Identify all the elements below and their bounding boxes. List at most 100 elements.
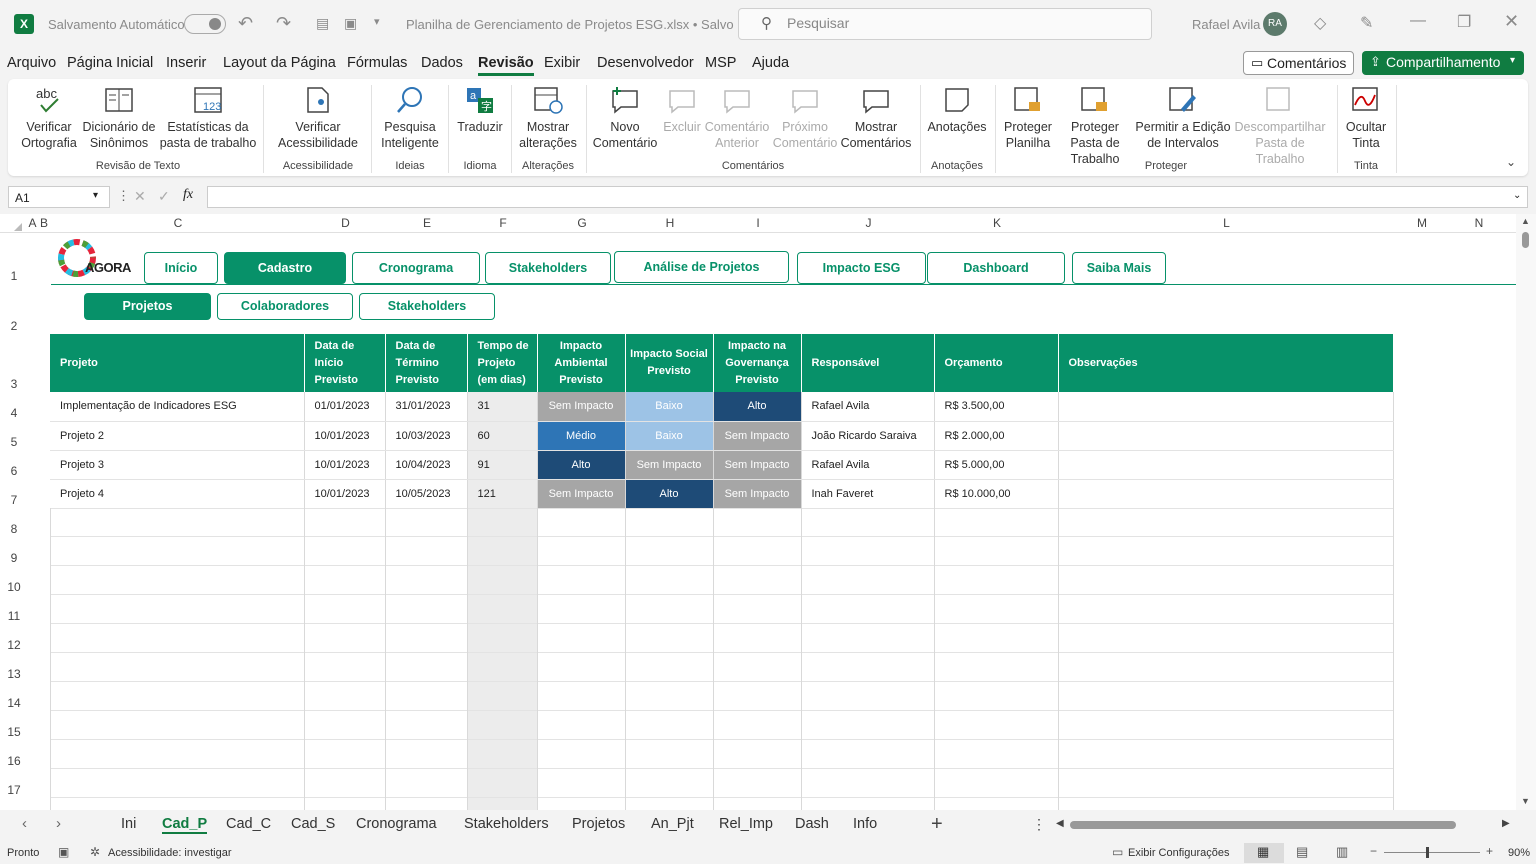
cell-responsavel[interactable]: Inah Faveret: [801, 479, 935, 509]
cell-tempo[interactable]: 60: [467, 421, 538, 451]
col-header-l[interactable]: L: [1059, 214, 1394, 233]
print-preview-icon[interactable]: ▤: [316, 15, 329, 32]
cell-impacto-social[interactable]: Alto: [625, 479, 714, 509]
undo-icon[interactable]: ↶: [238, 13, 253, 34]
hide-ink-button[interactable]: Ocultar Tinta: [1340, 85, 1392, 151]
normal-view-button[interactable]: ▦: [1244, 843, 1284, 863]
enter-icon[interactable]: ✓: [158, 188, 170, 205]
pen-icon[interactable]: ✎: [1360, 13, 1373, 33]
more-options-icon[interactable]: ⋮: [1032, 816, 1046, 833]
col-header-j[interactable]: J: [802, 214, 935, 233]
header-responsavel[interactable]: Responsável: [801, 334, 935, 392]
cell-impacto-social[interactable]: Baixo: [625, 421, 714, 451]
cell-responsavel[interactable]: Rafael Avila: [801, 392, 935, 422]
menu-arquivo[interactable]: Arquivo: [7, 55, 56, 71]
menu-desenvolvedor[interactable]: Desenvolvedor: [597, 55, 694, 71]
page-break-icon[interactable]: ▥: [1336, 844, 1348, 860]
protect-sheet-button[interactable]: Proteger Planilha: [998, 85, 1058, 151]
thesaurus-button[interactable]: Dicionário de Sinônimos: [82, 85, 156, 151]
display-settings[interactable]: Exibir Configurações: [1128, 847, 1230, 859]
macro-record-icon[interactable]: ▣: [58, 845, 69, 859]
row-header-14[interactable]: 14: [0, 696, 28, 710]
col-header-h[interactable]: H: [626, 214, 714, 233]
cell-observacoes[interactable]: [1058, 450, 1394, 480]
spelling-button[interactable]: abc Verificar Ortografia: [16, 85, 82, 151]
sheet-tab-cad-p[interactable]: Cad_P: [162, 816, 208, 834]
sheet-tab-an-pjt[interactable]: An_Pjt: [651, 816, 694, 832]
cancel-icon[interactable]: ✕: [134, 188, 146, 205]
diamond-icon[interactable]: ◇: [1314, 13, 1326, 33]
sub-stakeholders[interactable]: Stakeholders: [359, 293, 495, 320]
row-header-12[interactable]: 12: [0, 638, 28, 652]
cell-responsavel[interactable]: Rafael Avila: [801, 450, 935, 480]
row-header-17[interactable]: 17: [0, 783, 28, 797]
menu-revisao[interactable]: Revisão: [478, 55, 534, 76]
col-header-m[interactable]: M: [1394, 214, 1450, 233]
cell-data-inicio[interactable]: 10/01/2023: [304, 421, 386, 451]
row-header-8[interactable]: 8: [0, 522, 28, 536]
cell-impacto-ambiental[interactable]: Sem Impacto: [537, 479, 626, 509]
header-projeto[interactable]: Projeto: [50, 334, 305, 392]
zoom-in-icon[interactable]: +: [1486, 844, 1493, 858]
cell-data-inicio[interactable]: 10/01/2023: [304, 479, 386, 509]
comments-button[interactable]: ▭ Comentários: [1243, 51, 1354, 75]
row-header-16[interactable]: 16: [0, 754, 28, 768]
translate-button[interactable]: a字 Traduzir: [452, 85, 508, 135]
row-header-4[interactable]: 4: [0, 406, 28, 420]
cell-impacto-ambiental[interactable]: Alto: [537, 450, 626, 480]
zoom-level[interactable]: 90%: [1508, 847, 1530, 859]
cell-orcamento[interactable]: R$ 2.000,00: [934, 421, 1059, 451]
menu-exibir[interactable]: Exibir: [544, 55, 580, 71]
row-header-3[interactable]: 3: [0, 377, 28, 391]
col-header-k[interactable]: K: [935, 214, 1059, 233]
row-header-9[interactable]: 9: [0, 551, 28, 565]
cell-impacto-social[interactable]: Sem Impacto: [625, 450, 714, 480]
worksheet[interactable]: A B C D E F G H I J K L M N 1 2 3 4 5 6 …: [0, 214, 1536, 810]
smart-lookup-button[interactable]: Pesquisa Inteligente: [376, 85, 444, 151]
share-button[interactable]: ⇪ Compartilhamento ▾: [1362, 51, 1524, 75]
menu-pagina-inicial[interactable]: Página Inicial: [67, 55, 153, 71]
close-icon[interactable]: ✕: [1504, 11, 1519, 32]
ribbon-expand-icon[interactable]: ⌄: [1506, 155, 1516, 169]
nav-analise-projetos[interactable]: Análise de Projetos: [614, 251, 789, 283]
row-header-5[interactable]: 5: [0, 435, 28, 449]
sheet-tab-projetos[interactable]: Projetos: [572, 816, 625, 832]
cell-observacoes[interactable]: [1058, 392, 1394, 422]
hscroll-left-icon[interactable]: ◀: [1056, 818, 1064, 829]
unshare-workbook-button[interactable]: Descompartilhar Pasta de Trabalho: [1232, 85, 1328, 167]
scroll-left-icon[interactable]: ‹: [22, 815, 27, 832]
col-header-i[interactable]: I: [714, 214, 802, 233]
cell-tempo[interactable]: 91: [467, 450, 538, 480]
sheet-tab-rel-imp[interactable]: Rel_Imp: [719, 816, 773, 832]
scroll-thumb[interactable]: [1522, 232, 1529, 248]
function-icon[interactable]: fx: [183, 187, 193, 203]
sheet-tab-dash[interactable]: Dash: [795, 816, 829, 832]
notes-button[interactable]: Anotações: [924, 85, 990, 135]
cell-impacto-ambiental[interactable]: Médio: [537, 421, 626, 451]
cell-projeto[interactable]: Projeto 2: [50, 421, 305, 451]
scroll-right-icon[interactable]: ›: [56, 815, 61, 832]
sheet-tab-info[interactable]: Info: [853, 816, 877, 832]
col-header-d[interactable]: D: [305, 214, 386, 233]
sheet-tab-stakeholders[interactable]: Stakeholders: [464, 816, 549, 832]
more-icon[interactable]: ⋮: [117, 188, 130, 204]
cell-responsavel[interactable]: João Ricardo Saraiva: [801, 421, 935, 451]
hscroll-right-icon[interactable]: ▶: [1502, 818, 1510, 829]
header-impacto-governanca[interactable]: Impacto na Governança Previsto: [713, 334, 802, 392]
sheet-tab-cronograma[interactable]: Cronograma: [356, 816, 437, 832]
row-header-15[interactable]: 15: [0, 725, 28, 739]
header-data-inicio[interactable]: Data de Início Previsto: [304, 334, 386, 392]
cell-impacto-governanca[interactable]: Alto: [713, 392, 802, 422]
col-header-a[interactable]: A: [28, 214, 37, 233]
nav-cadastro[interactable]: Cadastro: [224, 252, 346, 284]
file-title[interactable]: Planilha de Gerenciamento de Projetos ES…: [406, 17, 734, 32]
formula-input[interactable]: ⌄: [207, 186, 1528, 208]
scroll-down-icon[interactable]: ▼: [1521, 796, 1530, 806]
zoom-slider[interactable]: [1384, 852, 1480, 853]
cell-orcamento[interactable]: R$ 5.000,00: [934, 450, 1059, 480]
header-impacto-ambiental[interactable]: Impacto Ambiental Previsto: [537, 334, 626, 392]
header-orcamento[interactable]: Orçamento: [934, 334, 1059, 392]
row-header-7[interactable]: 7: [0, 493, 28, 507]
nav-cronograma[interactable]: Cronograma: [352, 252, 480, 284]
cell-data-termino[interactable]: 10/04/2023: [385, 450, 468, 480]
